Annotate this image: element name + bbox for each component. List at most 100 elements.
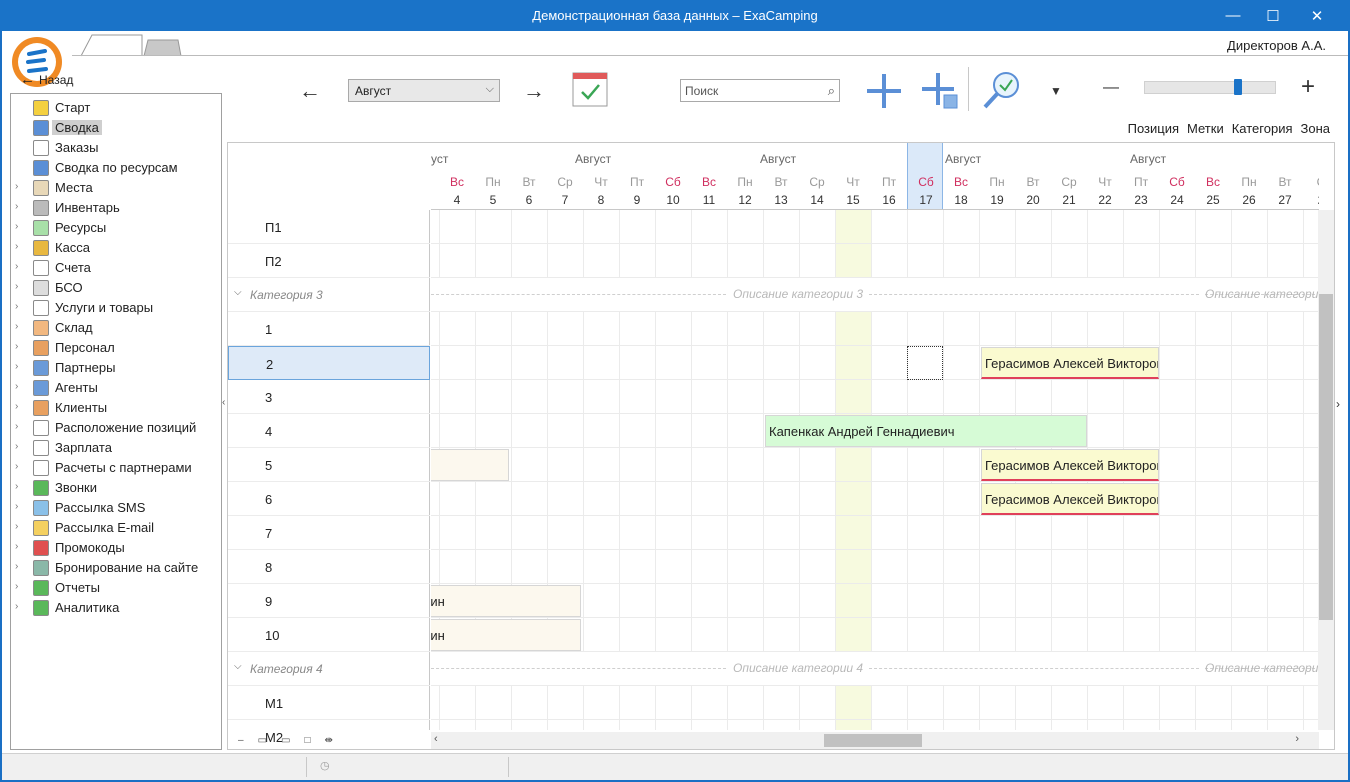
collapse-chevron-icon[interactable]: ⌵: [234, 661, 242, 672]
month-select[interactable]: Август ⌵: [348, 79, 500, 102]
row-size-fit-icon[interactable]: ⇼: [325, 735, 333, 746]
prev-month-button[interactable]: ←: [296, 77, 324, 105]
zoom-slider[interactable]: [1144, 79, 1276, 95]
day-column-header[interactable]: Чт 15: [835, 143, 871, 209]
sidebar-item[interactable]: › Звонки: [11, 478, 221, 498]
day-column-header[interactable]: Вс 11: [691, 143, 727, 209]
dropdown-arrow-icon[interactable]: ▼: [1046, 81, 1066, 101]
selected-cell[interactable]: [907, 346, 943, 380]
scroll-right-icon[interactable]: ›: [1295, 733, 1299, 745]
day-column-header[interactable]: Ср 7: [547, 143, 583, 209]
category-row-header[interactable]: ⌵ Категория 4: [228, 652, 430, 686]
day-column-header[interactable]: Вт 13: [763, 143, 799, 209]
expand-chevron-icon[interactable]: ›: [15, 561, 18, 572]
expand-chevron-icon[interactable]: ›: [15, 461, 18, 472]
day-column-header[interactable]: Вс 25: [1195, 143, 1231, 209]
expand-chevron-icon[interactable]: ›: [15, 521, 18, 532]
booking-block[interactable]: уравкин: [431, 619, 581, 651]
zoom-slider-thumb[interactable]: [1234, 79, 1243, 95]
resource-row-header[interactable]: 6: [228, 482, 430, 516]
expand-chevron-icon[interactable]: ›: [15, 481, 18, 492]
sidebar-item[interactable]: › Агенты: [11, 378, 221, 398]
sidebar-item[interactable]: › Рассылка E-mail: [11, 518, 221, 538]
day-column-header[interactable]: Пт 9: [619, 143, 655, 209]
booking-block[interactable]: [431, 449, 509, 481]
resource-row-header[interactable]: 3: [228, 380, 430, 414]
expand-chevron-icon[interactable]: ›: [15, 381, 18, 392]
search-zoom-icon[interactable]: [980, 69, 1024, 113]
zoom-in-button[interactable]: +: [1296, 73, 1320, 100]
expand-chevron-icon[interactable]: ›: [15, 421, 18, 432]
link-zone[interactable]: Зона: [1301, 121, 1331, 136]
sidebar-item[interactable]: › Ресурсы: [11, 218, 221, 238]
sidebar-item[interactable]: › Клиенты: [11, 398, 221, 418]
category-row-header[interactable]: ⌵ Категория 3: [228, 278, 430, 312]
sidebar-item[interactable]: › Аналитика: [11, 598, 221, 618]
horizontal-scrollbar[interactable]: ‹ ›: [431, 732, 1319, 749]
sidebar-item[interactable]: › Партнеры: [11, 358, 221, 378]
day-column-header[interactable]: Сб 10: [655, 143, 691, 209]
resource-row-header[interactable]: 10: [228, 618, 430, 652]
link-category[interactable]: Категория: [1232, 121, 1293, 136]
row-size-l-icon[interactable]: □: [304, 735, 310, 746]
sidebar-item[interactable]: › Склад: [11, 318, 221, 338]
day-column-header[interactable]: Пн 26: [1231, 143, 1267, 209]
resource-row-header[interactable]: 1: [228, 312, 430, 346]
sidebar-item[interactable]: Сводка: [11, 118, 221, 138]
expand-chevron-icon[interactable]: ›: [15, 501, 18, 512]
day-column-header[interactable]: Сб 17: [907, 143, 943, 209]
sidebar-item[interactable]: › Расчеты с партнерами: [11, 458, 221, 478]
sidebar-item[interactable]: › Счета: [11, 258, 221, 278]
collapse-right-icon[interactable]: ›: [1336, 397, 1340, 411]
resource-row-header[interactable]: 2: [228, 346, 430, 380]
sidebar-item[interactable]: › Рассылка SMS: [11, 498, 221, 518]
sidebar-item[interactable]: › Персонал: [11, 338, 221, 358]
expand-chevron-icon[interactable]: ›: [15, 341, 18, 352]
row-size-xs-icon[interactable]: –: [238, 735, 244, 746]
day-column-header[interactable]: Вт 20: [1015, 143, 1051, 209]
expand-chevron-icon[interactable]: ›: [15, 361, 18, 372]
day-column-header[interactable]: Пт 16: [871, 143, 907, 209]
link-tags[interactable]: Метки: [1187, 121, 1224, 136]
vertical-scroll-thumb[interactable]: [1319, 294, 1333, 620]
day-column-header[interactable]: Вс 18: [943, 143, 979, 209]
day-column-header[interactable]: Пн 19: [979, 143, 1015, 209]
schedule-body[interactable]: Описание категории 3 Описание категори Опи…: [431, 210, 1319, 730]
expand-chevron-icon[interactable]: ›: [15, 181, 18, 192]
collapse-left-icon[interactable]: ‹: [222, 397, 225, 408]
day-column-header[interactable]: Чт 8: [583, 143, 619, 209]
resource-row-header[interactable]: М1: [228, 686, 430, 720]
sidebar-item[interactable]: Сводка по ресурсам: [11, 158, 221, 178]
sidebar-item[interactable]: › Касса: [11, 238, 221, 258]
sidebar-item[interactable]: › Отчеты: [11, 578, 221, 598]
resource-row-header[interactable]: 7: [228, 516, 430, 550]
booking-block[interactable]: Герасимов Алексей Викторович: [981, 347, 1159, 379]
day-column-header[interactable]: Вт 27: [1267, 143, 1303, 209]
calendar-check-icon[interactable]: [571, 70, 609, 108]
resource-row-header[interactable]: П1: [228, 210, 430, 244]
day-column-header[interactable]: Вс 4: [439, 143, 475, 209]
booking-block[interactable]: Капенкак Андрей Геннадиевич: [765, 415, 1087, 447]
search-input[interactable]: Поиск ⌕: [680, 79, 840, 102]
expand-chevron-icon[interactable]: ›: [15, 301, 18, 312]
row-size-m-icon[interactable]: ▭: [281, 735, 290, 746]
booking-block[interactable]: уравкин: [431, 585, 581, 617]
sidebar-item[interactable]: › Расположение позиций: [11, 418, 221, 438]
sidebar-item[interactable]: › БСО: [11, 278, 221, 298]
day-column-header[interactable]: С2: [1303, 143, 1319, 209]
back-button[interactable]: ← Назад: [20, 71, 73, 88]
resource-row-header[interactable]: 9: [228, 584, 430, 618]
expand-chevron-icon[interactable]: ›: [15, 581, 18, 592]
sidebar-item[interactable]: › Места: [11, 178, 221, 198]
resource-row-header[interactable]: 4: [228, 414, 430, 448]
day-column-header[interactable]: Ср 14: [799, 143, 835, 209]
expand-chevron-icon[interactable]: ›: [15, 201, 18, 212]
link-position[interactable]: Позиция: [1128, 121, 1179, 136]
expand-chevron-icon[interactable]: ›: [15, 601, 18, 612]
expand-chevron-icon[interactable]: ›: [15, 221, 18, 232]
sidebar-item[interactable]: › Услуги и товары: [11, 298, 221, 318]
sidebar-item[interactable]: › Зарплата: [11, 438, 221, 458]
sidebar-item[interactable]: Заказы: [11, 138, 221, 158]
expand-chevron-icon[interactable]: ›: [15, 441, 18, 452]
collapse-chevron-icon[interactable]: ⌵: [234, 287, 242, 298]
